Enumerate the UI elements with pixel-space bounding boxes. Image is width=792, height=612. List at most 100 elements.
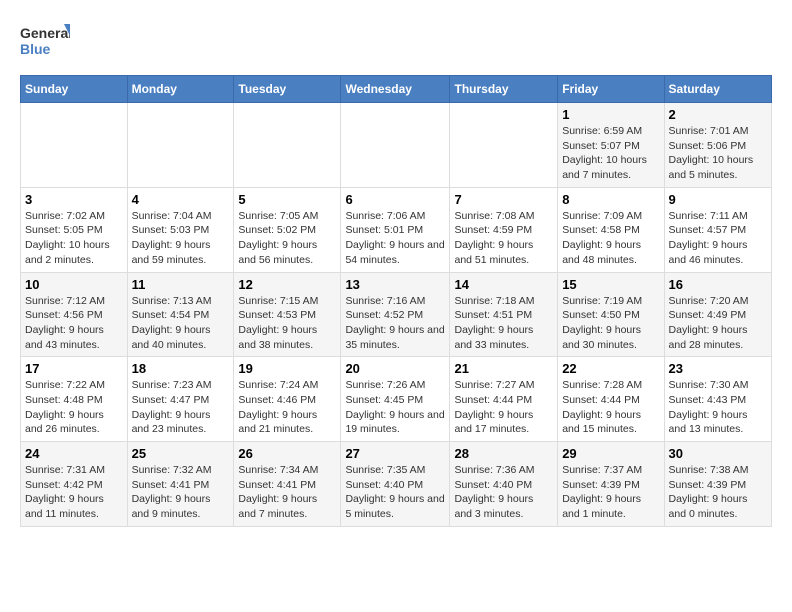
calendar-cell: 26 Sunrise: 7:34 AM Sunset: 4:41 PM Dayli… (234, 442, 341, 527)
day-number: 7 (454, 192, 553, 207)
day-number: 13 (345, 277, 445, 292)
calendar-cell: 13 Sunrise: 7:16 AM Sunset: 4:52 PM Dayli… (341, 272, 450, 357)
calendar-cell: 29 Sunrise: 7:37 AM Sunset: 4:39 PM Dayli… (558, 442, 664, 527)
day-number: 8 (562, 192, 659, 207)
day-info: Sunrise: 7:23 AM Sunset: 4:47 PM Dayligh… (132, 378, 230, 437)
calendar-cell (450, 103, 558, 188)
calendar-week-row: 1Sunrise: 6:59 AM Sunset: 5:07 PM Daylig… (21, 103, 772, 188)
day-info: Sunrise: 7:35 AM Sunset: 4:40 PM Dayligh… (345, 463, 445, 522)
day-number: 28 (454, 446, 553, 461)
day-number: 17 (25, 361, 123, 376)
weekday-header: Sunday (21, 76, 128, 103)
day-number: 11 (132, 277, 230, 292)
day-info: Sunrise: 7:11 AM Sunset: 4:57 PM Dayligh… (669, 209, 767, 268)
day-info: Sunrise: 7:12 AM Sunset: 4:56 PM Dayligh… (25, 294, 123, 353)
calendar-cell (234, 103, 341, 188)
day-number: 26 (238, 446, 336, 461)
day-number: 21 (454, 361, 553, 376)
calendar-cell: 9 Sunrise: 7:11 AM Sunset: 4:57 PM Daylig… (664, 187, 771, 272)
weekday-header: Wednesday (341, 76, 450, 103)
calendar-week-row: 3 Sunrise: 7:02 AM Sunset: 5:05 PM Daylig… (21, 187, 772, 272)
day-number: 20 (345, 361, 445, 376)
calendar-cell: 19Sunrise: 7:24 AM Sunset: 4:46 PM Dayli… (234, 357, 341, 442)
day-info: Sunrise: 7:01 AM Sunset: 5:06 PM Dayligh… (669, 124, 767, 183)
day-info: Sunrise: 7:05 AM Sunset: 5:02 PM Dayligh… (238, 209, 336, 268)
calendar-cell: 1Sunrise: 6:59 AM Sunset: 5:07 PM Daylig… (558, 103, 664, 188)
day-info: Sunrise: 7:28 AM Sunset: 4:44 PM Dayligh… (562, 378, 659, 437)
day-number: 4 (132, 192, 230, 207)
calendar-cell: 21Sunrise: 7:27 AM Sunset: 4:44 PM Dayli… (450, 357, 558, 442)
day-info: Sunrise: 7:18 AM Sunset: 4:51 PM Dayligh… (454, 294, 553, 353)
calendar-cell: 12 Sunrise: 7:15 AM Sunset: 4:53 PM Dayli… (234, 272, 341, 357)
calendar-cell: 22 Sunrise: 7:28 AM Sunset: 4:44 PM Dayli… (558, 357, 664, 442)
day-info: Sunrise: 7:34 AM Sunset: 4:41 PM Dayligh… (238, 463, 336, 522)
calendar-cell: 18 Sunrise: 7:23 AM Sunset: 4:47 PM Dayli… (127, 357, 234, 442)
weekday-header: Tuesday (234, 76, 341, 103)
page-header: General Blue (20, 20, 772, 65)
day-info: Sunrise: 7:09 AM Sunset: 4:58 PM Dayligh… (562, 209, 659, 268)
calendar-cell (127, 103, 234, 188)
day-info: Sunrise: 7:30 AM Sunset: 4:43 PM Dayligh… (669, 378, 767, 437)
day-number: 24 (25, 446, 123, 461)
day-number: 23 (669, 361, 767, 376)
day-number: 10 (25, 277, 123, 292)
calendar-cell: 3 Sunrise: 7:02 AM Sunset: 5:05 PM Daylig… (21, 187, 128, 272)
day-info: Sunrise: 7:26 AM Sunset: 4:45 PM Dayligh… (345, 378, 445, 437)
day-number: 27 (345, 446, 445, 461)
day-info: Sunrise: 7:04 AM Sunset: 5:03 PM Dayligh… (132, 209, 230, 268)
day-number: 18 (132, 361, 230, 376)
calendar-cell: 11 Sunrise: 7:13 AM Sunset: 4:54 PM Dayli… (127, 272, 234, 357)
day-number: 30 (669, 446, 767, 461)
weekday-header: Saturday (664, 76, 771, 103)
calendar-cell: 27 Sunrise: 7:35 AM Sunset: 4:40 PM Dayli… (341, 442, 450, 527)
logo: General Blue (20, 20, 70, 65)
day-number: 29 (562, 446, 659, 461)
calendar-cell: 4 Sunrise: 7:04 AM Sunset: 5:03 PM Daylig… (127, 187, 234, 272)
day-info: Sunrise: 7:32 AM Sunset: 4:41 PM Dayligh… (132, 463, 230, 522)
day-number: 2 (669, 107, 767, 122)
calendar-cell: 7 Sunrise: 7:08 AM Sunset: 4:59 PM Daylig… (450, 187, 558, 272)
day-info: Sunrise: 7:06 AM Sunset: 5:01 PM Dayligh… (345, 209, 445, 268)
day-number: 25 (132, 446, 230, 461)
logo-icon: General Blue (20, 20, 70, 65)
calendar-cell: 8 Sunrise: 7:09 AM Sunset: 4:58 PM Daylig… (558, 187, 664, 272)
calendar-week-row: 10 Sunrise: 7:12 AM Sunset: 4:56 PM Dayli… (21, 272, 772, 357)
day-info: Sunrise: 7:13 AM Sunset: 4:54 PM Dayligh… (132, 294, 230, 353)
calendar-cell (21, 103, 128, 188)
calendar-cell: 20 Sunrise: 7:26 AM Sunset: 4:45 PM Dayli… (341, 357, 450, 442)
day-number: 12 (238, 277, 336, 292)
day-number: 6 (345, 192, 445, 207)
day-number: 9 (669, 192, 767, 207)
day-info: Sunrise: 7:02 AM Sunset: 5:05 PM Dayligh… (25, 209, 123, 268)
weekday-header-row: SundayMondayTuesdayWednesdayThursdayFrid… (21, 76, 772, 103)
calendar-cell: 17Sunrise: 7:22 AM Sunset: 4:48 PM Dayli… (21, 357, 128, 442)
day-info: Sunrise: 7:15 AM Sunset: 4:53 PM Dayligh… (238, 294, 336, 353)
day-number: 22 (562, 361, 659, 376)
calendar-cell: 16 Sunrise: 7:20 AM Sunset: 4:49 PM Dayli… (664, 272, 771, 357)
weekday-header: Thursday (450, 76, 558, 103)
svg-text:General: General (20, 25, 70, 41)
calendar-cell (341, 103, 450, 188)
calendar-week-row: 17Sunrise: 7:22 AM Sunset: 4:48 PM Dayli… (21, 357, 772, 442)
calendar-week-row: 24 Sunrise: 7:31 AM Sunset: 4:42 PM Dayli… (21, 442, 772, 527)
day-info: Sunrise: 6:59 AM Sunset: 5:07 PM Dayligh… (562, 124, 659, 183)
calendar-cell: 28Sunrise: 7:36 AM Sunset: 4:40 PM Dayli… (450, 442, 558, 527)
day-info: Sunrise: 7:31 AM Sunset: 4:42 PM Dayligh… (25, 463, 123, 522)
day-info: Sunrise: 7:37 AM Sunset: 4:39 PM Dayligh… (562, 463, 659, 522)
day-info: Sunrise: 7:20 AM Sunset: 4:49 PM Dayligh… (669, 294, 767, 353)
day-number: 16 (669, 277, 767, 292)
day-info: Sunrise: 7:16 AM Sunset: 4:52 PM Dayligh… (345, 294, 445, 353)
calendar-cell: 23 Sunrise: 7:30 AM Sunset: 4:43 PM Dayli… (664, 357, 771, 442)
weekday-header: Monday (127, 76, 234, 103)
day-info: Sunrise: 7:38 AM Sunset: 4:39 PM Dayligh… (669, 463, 767, 522)
calendar-cell: 24 Sunrise: 7:31 AM Sunset: 4:42 PM Dayli… (21, 442, 128, 527)
calendar-table: SundayMondayTuesdayWednesdayThursdayFrid… (20, 75, 772, 527)
day-info: Sunrise: 7:08 AM Sunset: 4:59 PM Dayligh… (454, 209, 553, 268)
calendar-cell: 6 Sunrise: 7:06 AM Sunset: 5:01 PM Daylig… (341, 187, 450, 272)
svg-text:Blue: Blue (20, 41, 51, 57)
day-info: Sunrise: 7:24 AM Sunset: 4:46 PM Dayligh… (238, 378, 336, 437)
day-number: 3 (25, 192, 123, 207)
calendar-cell: 25 Sunrise: 7:32 AM Sunset: 4:41 PM Dayli… (127, 442, 234, 527)
day-number: 5 (238, 192, 336, 207)
calendar-cell: 14Sunrise: 7:18 AM Sunset: 4:51 PM Dayli… (450, 272, 558, 357)
